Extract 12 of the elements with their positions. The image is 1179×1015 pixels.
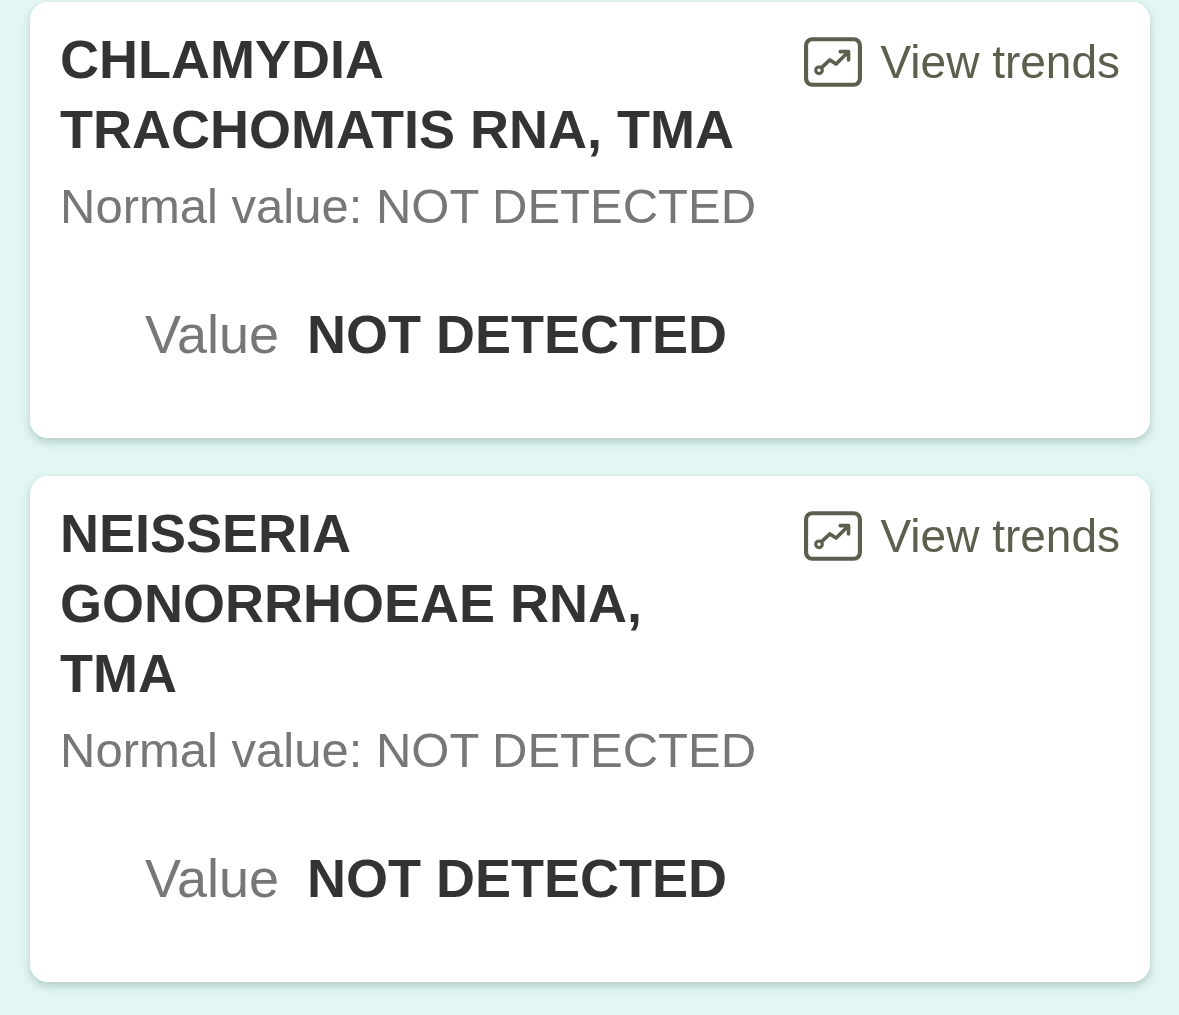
normal-value-text: Normal value: NOT DETECTED: [60, 722, 758, 778]
trend-chart-icon: [804, 37, 863, 87]
value-label: Value: [145, 847, 280, 910]
test-name: NEISSERIA GONORRHOEAE RNA, TMA: [60, 502, 644, 705]
test-name: CHLAMYDIA TRACHOMATIS RNA, TMA: [60, 28, 735, 161]
result-value: NOT DETECTED: [307, 847, 728, 910]
view-trends-link[interactable]: View trends: [804, 508, 1120, 564]
view-trends-link[interactable]: View trends: [804, 34, 1120, 90]
trend-chart-icon: [804, 511, 863, 561]
result-value: NOT DETECTED: [307, 303, 728, 366]
value-label: Value: [145, 303, 280, 366]
normal-value-text: Normal value: NOT DETECTED: [60, 178, 758, 234]
